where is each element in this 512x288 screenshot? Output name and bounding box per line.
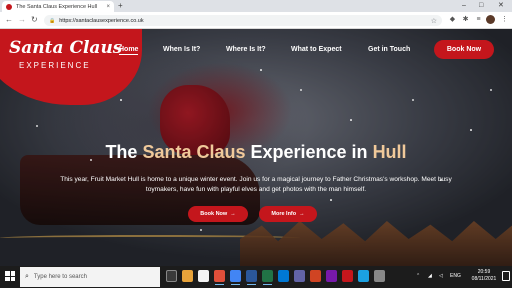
chrome-icon[interactable] (230, 270, 241, 285)
tray-chevron-icon[interactable]: ⌃ (416, 273, 420, 279)
new-tab-button[interactable]: + (118, 1, 123, 11)
clock-date: 08/11/2021 (471, 276, 497, 282)
excel-icon[interactable] (262, 270, 273, 285)
tab-close-icon[interactable]: × (106, 4, 110, 10)
more-info-button[interactable]: More Info → (259, 206, 317, 222)
book-now-nav-button[interactable]: Book Now (434, 40, 494, 59)
back-icon[interactable]: ← (5, 15, 13, 25)
volume-icon[interactable]: ◁ (439, 273, 443, 279)
url-text: https://santaclausexperience.co.uk (59, 17, 144, 24)
windows-start-icon[interactable] (5, 271, 15, 281)
browser-menu-icon[interactable]: ⋮ (500, 15, 509, 24)
arrow-right-icon: → (230, 211, 236, 217)
word-icon[interactable] (246, 270, 257, 285)
reload-icon[interactable]: ↻ (31, 15, 38, 25)
nav-get-in-touch[interactable]: Get in Touch (368, 46, 410, 53)
app-icon[interactable] (358, 270, 369, 282)
browser-tab-bar: The Santa Claus Experience Hull × + – □ … (0, 0, 512, 12)
address-bar[interactable]: 🔒 https://santaclausexperience.co.uk ☆ (44, 15, 442, 26)
app-icon[interactable] (198, 270, 209, 282)
site-favicon-icon (6, 3, 12, 10)
forward-icon[interactable]: → (18, 15, 26, 25)
nav-what-to-expect[interactable]: What to Expect (291, 46, 342, 53)
window-maximize-button[interactable]: □ (479, 1, 483, 11)
hero-headline: The Santa Claus Experience in Hull (105, 142, 407, 162)
clock-time: 20:59 (477, 269, 491, 275)
taskbar-search-placeholder: Type here to search (33, 274, 87, 280)
notification-icon[interactable] (502, 271, 510, 281)
hero-section: Santa Claus EXPERIENCE Home When Is It? … (0, 29, 512, 266)
nav-where-is-it[interactable]: Where Is It? (226, 46, 266, 53)
arrow-right-icon: → (299, 211, 305, 217)
nav-home[interactable]: Home (119, 46, 139, 55)
logo-subtitle: EXPERIENCE (19, 61, 91, 70)
browser-toolbar: ← → ↻ 🔒 https://santaclausexperience.co.… (0, 12, 512, 29)
nav-when-is-it[interactable]: When Is It? (163, 46, 200, 53)
extension-icon[interactable]: ◆ (448, 15, 457, 24)
search-icon: ⌕ (25, 273, 29, 280)
reading-list-icon[interactable]: ≡ (474, 15, 483, 24)
taskbar-clock[interactable]: 20:59 08/11/2021 (468, 269, 500, 283)
hero-description: This year, Fruit Market Hull is home to … (60, 176, 452, 193)
window-close-button[interactable]: ✕ (498, 1, 504, 11)
app-icon[interactable] (374, 270, 385, 282)
task-view-icon[interactable] (166, 270, 177, 282)
file-explorer-icon[interactable] (182, 270, 193, 282)
network-icon[interactable]: ◢ (428, 273, 432, 279)
powerpoint-icon[interactable] (310, 270, 321, 282)
taskbar-search-input[interactable]: ⌕ Type here to search (20, 267, 160, 287)
app-icon[interactable] (342, 270, 353, 282)
window-minimize-button[interactable]: – (462, 1, 466, 11)
extensions-puzzle-icon[interactable]: ✱ (461, 15, 470, 24)
book-now-button[interactable]: Book Now → (188, 206, 248, 222)
bookmark-star-icon[interactable]: ☆ (431, 17, 437, 25)
app-icon[interactable] (326, 270, 337, 282)
browser-tab[interactable]: The Santa Claus Experience Hull × (2, 1, 114, 12)
language-indicator[interactable]: ENG (450, 273, 461, 279)
outlook-icon[interactable] (278, 270, 289, 282)
tab-title: The Santa Claus Experience Hull (16, 3, 98, 10)
windows-taskbar: ⌕ Type here to search ⌃ ◢ ◁ ENG 20:59 08… (0, 266, 512, 288)
teams-icon[interactable] (294, 270, 305, 282)
app-icon[interactable] (214, 270, 225, 285)
lock-icon: 🔒 (49, 17, 56, 24)
logo-script-text: Santa Claus (9, 38, 123, 58)
profile-avatar[interactable] (486, 15, 495, 24)
